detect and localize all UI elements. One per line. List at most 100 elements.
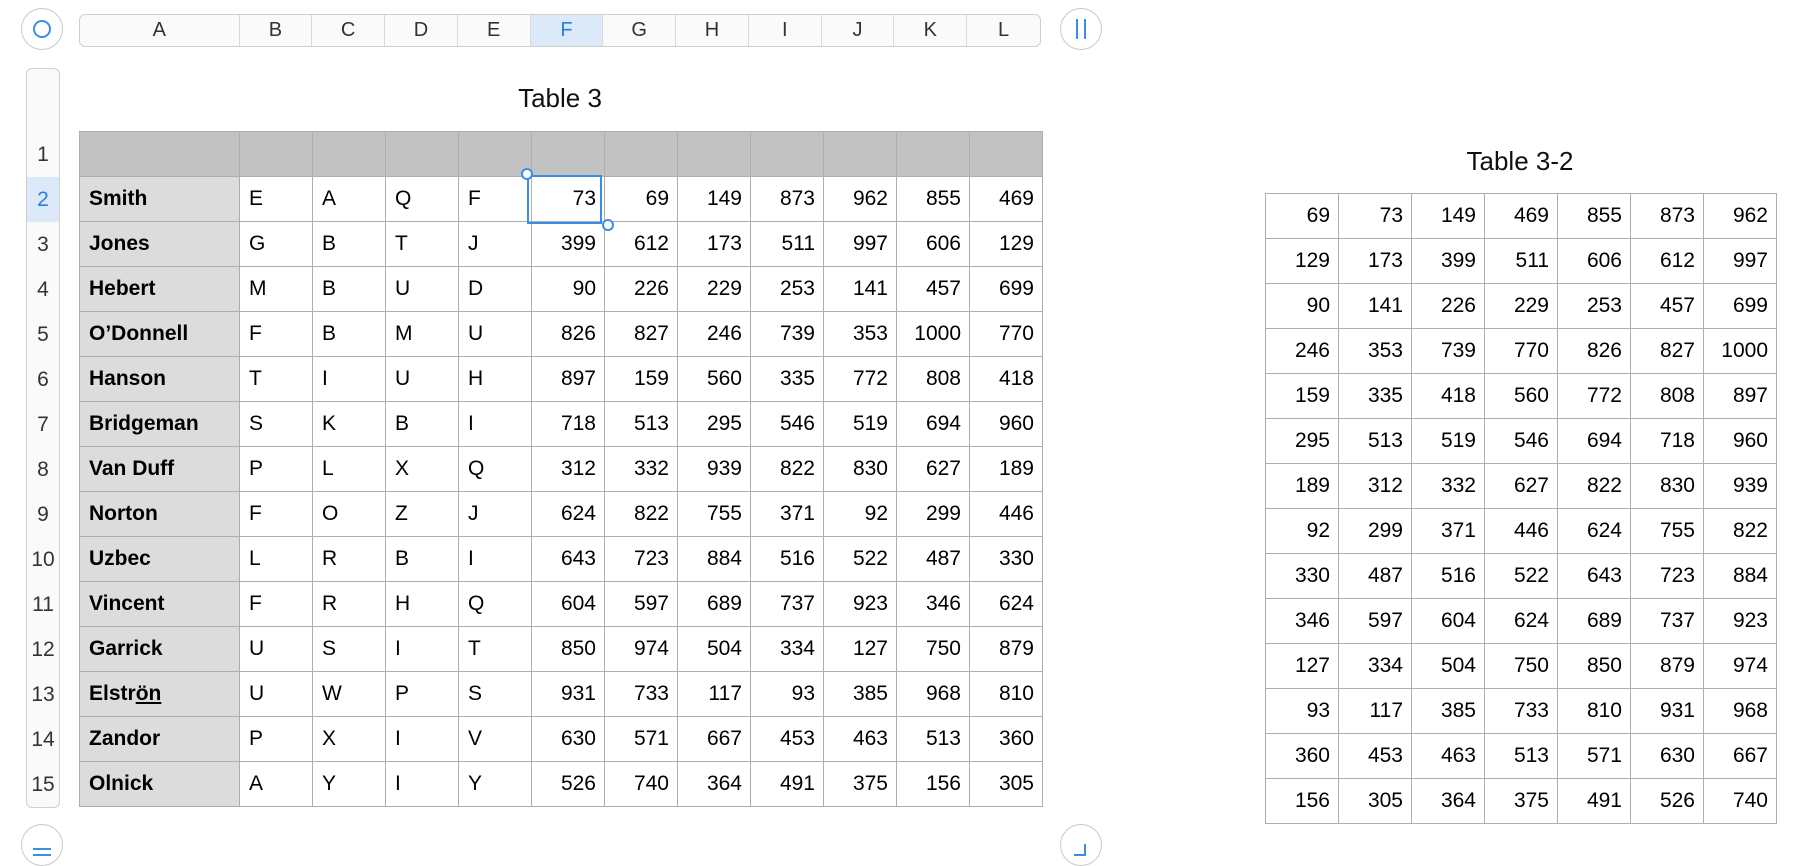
letter-cell[interactable]: T bbox=[239, 356, 313, 402]
value-cell[interactable]: 1000 bbox=[1703, 328, 1777, 374]
value-cell[interactable]: 446 bbox=[969, 491, 1043, 537]
value-cell[interactable]: 612 bbox=[604, 221, 678, 267]
value-cell[interactable]: 69 bbox=[1265, 193, 1339, 239]
value-cell[interactable]: 511 bbox=[750, 221, 824, 267]
value-cell[interactable]: 546 bbox=[1484, 418, 1558, 464]
value-cell[interactable]: 667 bbox=[1703, 733, 1777, 779]
value-cell[interactable]: 740 bbox=[1703, 778, 1777, 824]
value-cell[interactable]: 723 bbox=[604, 536, 678, 582]
value-cell[interactable]: 974 bbox=[604, 626, 678, 672]
value-cell[interactable]: 808 bbox=[1630, 373, 1704, 419]
row-name-cell[interactable]: Garrick bbox=[79, 626, 240, 672]
letter-cell[interactable]: W bbox=[312, 671, 386, 717]
row-name-cell[interactable]: Bridgeman bbox=[79, 401, 240, 447]
row-name-cell[interactable]: Hanson bbox=[79, 356, 240, 402]
row-header-3[interactable]: 3 bbox=[27, 222, 59, 267]
value-cell[interactable]: 739 bbox=[1411, 328, 1485, 374]
value-cell[interactable]: 737 bbox=[750, 581, 824, 627]
value-cell[interactable]: 364 bbox=[677, 761, 751, 807]
value-cell[interactable]: 624 bbox=[1557, 508, 1631, 554]
row-name-cell[interactable]: Smith bbox=[79, 176, 240, 222]
value-cell[interactable]: 997 bbox=[823, 221, 897, 267]
row-header-12[interactable]: 12 bbox=[27, 627, 59, 672]
value-cell[interactable]: 770 bbox=[1484, 328, 1558, 374]
value-cell[interactable]: 597 bbox=[1338, 598, 1412, 644]
letter-cell[interactable]: B bbox=[312, 311, 386, 357]
letter-cell[interactable]: F bbox=[239, 581, 313, 627]
value-cell[interactable]: 737 bbox=[1630, 598, 1704, 644]
value-cell[interactable]: 560 bbox=[677, 356, 751, 402]
column-header-j[interactable]: J bbox=[822, 15, 895, 46]
value-cell[interactable]: 810 bbox=[1557, 688, 1631, 734]
letter-cell[interactable]: X bbox=[312, 716, 386, 762]
letter-cell[interactable]: Q bbox=[458, 581, 532, 627]
value-cell[interactable]: 516 bbox=[1411, 553, 1485, 599]
row-header-15[interactable]: 15 bbox=[27, 762, 59, 807]
value-cell[interactable]: 353 bbox=[823, 311, 897, 357]
value-cell[interactable]: 884 bbox=[1703, 553, 1777, 599]
value-cell[interactable]: 117 bbox=[1338, 688, 1412, 734]
value-cell[interactable]: 127 bbox=[823, 626, 897, 672]
value-cell[interactable]: 156 bbox=[1265, 778, 1339, 824]
letter-cell[interactable]: U bbox=[239, 671, 313, 717]
letter-cell[interactable]: Z bbox=[385, 491, 459, 537]
letter-cell[interactable]: S bbox=[239, 401, 313, 447]
value-cell[interactable]: 1000 bbox=[896, 311, 970, 357]
letter-cell[interactable]: B bbox=[312, 266, 386, 312]
value-cell[interactable]: 385 bbox=[1411, 688, 1485, 734]
value-cell[interactable]: 173 bbox=[1338, 238, 1412, 284]
row-name-cell[interactable]: Uzbec bbox=[79, 536, 240, 582]
value-cell[interactable]: 606 bbox=[896, 221, 970, 267]
value-cell[interactable]: 522 bbox=[1484, 553, 1558, 599]
value-cell[interactable]: 960 bbox=[969, 401, 1043, 447]
value-cell[interactable]: 718 bbox=[1630, 418, 1704, 464]
value-cell[interactable]: 810 bbox=[969, 671, 1043, 717]
value-cell[interactable]: 330 bbox=[1265, 553, 1339, 599]
header-cell[interactable] bbox=[239, 131, 313, 177]
value-cell[interactable]: 189 bbox=[969, 446, 1043, 492]
value-cell[interactable]: 159 bbox=[1265, 373, 1339, 419]
value-cell[interactable]: 335 bbox=[1338, 373, 1412, 419]
value-cell[interactable]: 332 bbox=[604, 446, 678, 492]
value-cell[interactable]: 491 bbox=[750, 761, 824, 807]
value-cell[interactable]: 149 bbox=[677, 176, 751, 222]
letter-cell[interactable]: R bbox=[312, 581, 386, 627]
value-cell[interactable]: 305 bbox=[969, 761, 1043, 807]
value-cell[interactable]: 295 bbox=[1265, 418, 1339, 464]
header-cell[interactable] bbox=[458, 131, 532, 177]
value-cell[interactable]: 385 bbox=[823, 671, 897, 717]
letter-cell[interactable]: L bbox=[312, 446, 386, 492]
value-cell[interactable]: 826 bbox=[1557, 328, 1631, 374]
letter-cell[interactable]: T bbox=[385, 221, 459, 267]
value-cell[interactable]: 962 bbox=[1703, 193, 1777, 239]
row-header-8[interactable]: 8 bbox=[27, 447, 59, 492]
row-header-7[interactable]: 7 bbox=[27, 402, 59, 447]
letter-cell[interactable]: I bbox=[458, 401, 532, 447]
value-cell[interactable]: 127 bbox=[1265, 643, 1339, 689]
value-cell[interactable]: 850 bbox=[1557, 643, 1631, 689]
value-cell[interactable]: 667 bbox=[677, 716, 751, 762]
header-cell[interactable] bbox=[79, 131, 240, 177]
value-cell[interactable]: 597 bbox=[604, 581, 678, 627]
value-cell[interactable]: 516 bbox=[750, 536, 824, 582]
value-cell[interactable]: 141 bbox=[823, 266, 897, 312]
value-cell[interactable]: 457 bbox=[1630, 283, 1704, 329]
value-cell[interactable]: 69 bbox=[604, 176, 678, 222]
header-cell[interactable] bbox=[750, 131, 824, 177]
header-cell[interactable] bbox=[312, 131, 386, 177]
value-cell[interactable]: 246 bbox=[677, 311, 751, 357]
row-name-cell[interactable]: Van Duff bbox=[79, 446, 240, 492]
letter-cell[interactable]: I bbox=[312, 356, 386, 402]
letter-cell[interactable]: I bbox=[385, 626, 459, 672]
letter-cell[interactable]: M bbox=[385, 311, 459, 357]
value-cell[interactable]: 90 bbox=[1265, 283, 1339, 329]
letter-cell[interactable]: P bbox=[385, 671, 459, 717]
value-cell[interactable]: 226 bbox=[604, 266, 678, 312]
row-header-9[interactable]: 9 bbox=[27, 492, 59, 537]
value-cell[interactable]: 330 bbox=[969, 536, 1043, 582]
value-cell[interactable]: 604 bbox=[1411, 598, 1485, 644]
value-cell[interactable]: 643 bbox=[1557, 553, 1631, 599]
value-cell[interactable]: 689 bbox=[1557, 598, 1631, 644]
value-cell[interactable]: 755 bbox=[1630, 508, 1704, 554]
value-cell[interactable]: 457 bbox=[896, 266, 970, 312]
